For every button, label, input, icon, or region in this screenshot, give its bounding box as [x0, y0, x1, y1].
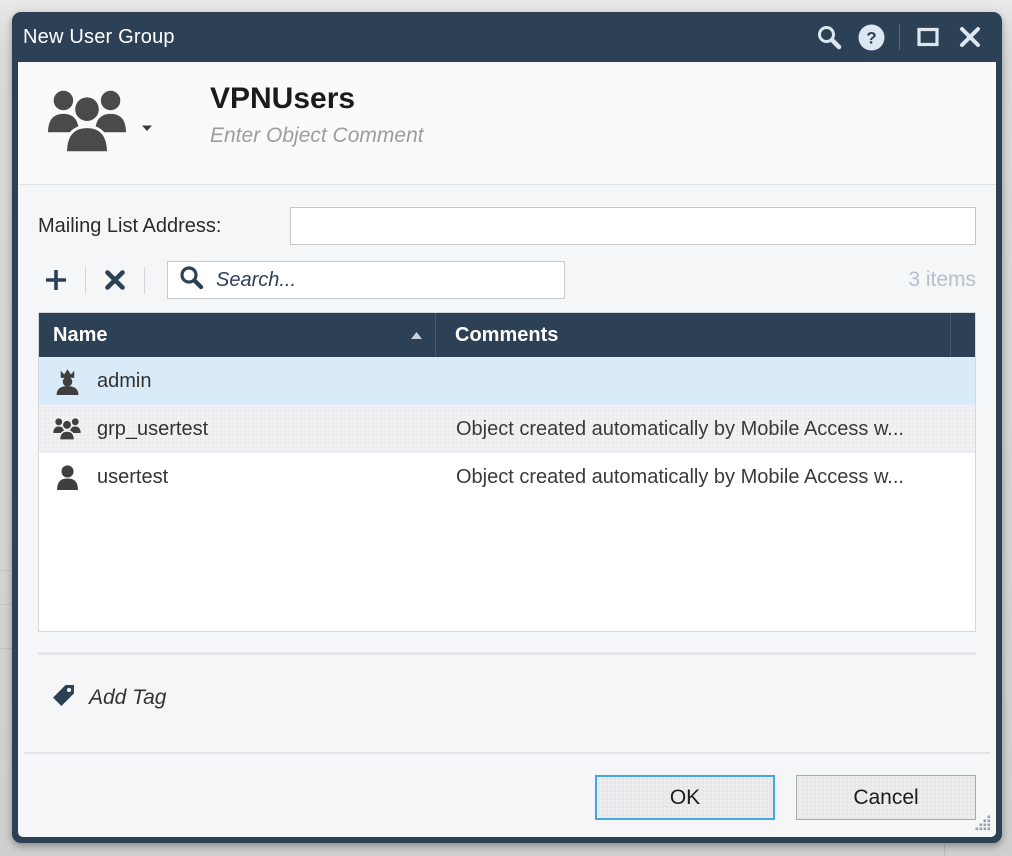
items-count: 3 items	[908, 268, 976, 292]
section-divider	[38, 652, 976, 655]
object-header: VPNUsers Enter Object Comment	[18, 62, 996, 185]
svg-text:?: ?	[866, 28, 876, 47]
toolbar-separator	[85, 267, 86, 294]
admin-user-icon	[52, 368, 82, 395]
titlebar-separator	[899, 24, 900, 50]
mailing-list-input[interactable]	[290, 207, 976, 245]
cancel-button[interactable]: Cancel	[796, 775, 976, 820]
toolbar-separator	[144, 267, 145, 294]
help-icon[interactable]: ?	[855, 21, 887, 53]
ok-button[interactable]: OK	[595, 775, 775, 820]
table-row-admin[interactable]: admin	[39, 357, 975, 405]
add-tag-button[interactable]: Add Tag	[38, 684, 976, 712]
background-artifact	[944, 841, 945, 856]
icon-picker-caret-icon[interactable]	[141, 119, 153, 137]
window-title: New User Group	[23, 26, 175, 49]
user-icon	[52, 465, 82, 490]
sort-ascending-icon	[410, 331, 423, 340]
dialog-content: VPNUsers Enter Object Comment Mailing Li…	[18, 62, 996, 837]
member-comment: Object created automatically by Mobile A…	[436, 418, 975, 441]
table-header: Name Comments	[39, 313, 975, 357]
add-tag-label: Add Tag	[89, 686, 166, 710]
search-icon[interactable]	[813, 21, 845, 53]
footer: OK Cancel	[38, 754, 976, 837]
user-group-icon	[47, 87, 127, 160]
new-user-group-dialog: New User Group ?	[12, 12, 1002, 843]
dialog-body: Mailing List Address: 3 item	[18, 185, 996, 837]
member-name: admin	[97, 370, 151, 393]
tag-icon	[52, 684, 75, 712]
search-input[interactable]	[216, 269, 553, 292]
close-icon[interactable]	[954, 21, 986, 53]
column-header-name[interactable]: Name	[39, 313, 436, 357]
object-name-field[interactable]: VPNUsers	[210, 82, 424, 116]
titlebar[interactable]: New User Group ?	[12, 12, 1002, 62]
object-comment-field[interactable]: Enter Object Comment	[210, 124, 424, 148]
add-member-button[interactable]	[38, 262, 74, 298]
resize-grip[interactable]	[972, 812, 992, 832]
search-icon	[179, 265, 204, 295]
remove-member-button[interactable]	[97, 262, 133, 298]
member-comment: Object created automatically by Mobile A…	[436, 466, 975, 489]
members-table: Name Comments	[38, 312, 976, 632]
member-name: usertest	[97, 466, 168, 489]
table-row-usertest[interactable]: usertest Object created automatically by…	[39, 453, 975, 501]
member-name: grp_usertest	[97, 418, 208, 441]
members-toolbar: 3 items	[38, 260, 976, 300]
column-header-comments[interactable]: Comments	[436, 313, 951, 357]
user-group-icon	[52, 417, 82, 441]
table-row-grp-usertest[interactable]: grp_usertest Object created automaticall…	[39, 405, 975, 453]
scrollbar-column	[951, 313, 975, 357]
mailing-list-label: Mailing List Address:	[38, 215, 290, 238]
search-box[interactable]	[167, 261, 565, 299]
maximize-icon[interactable]	[912, 21, 944, 53]
